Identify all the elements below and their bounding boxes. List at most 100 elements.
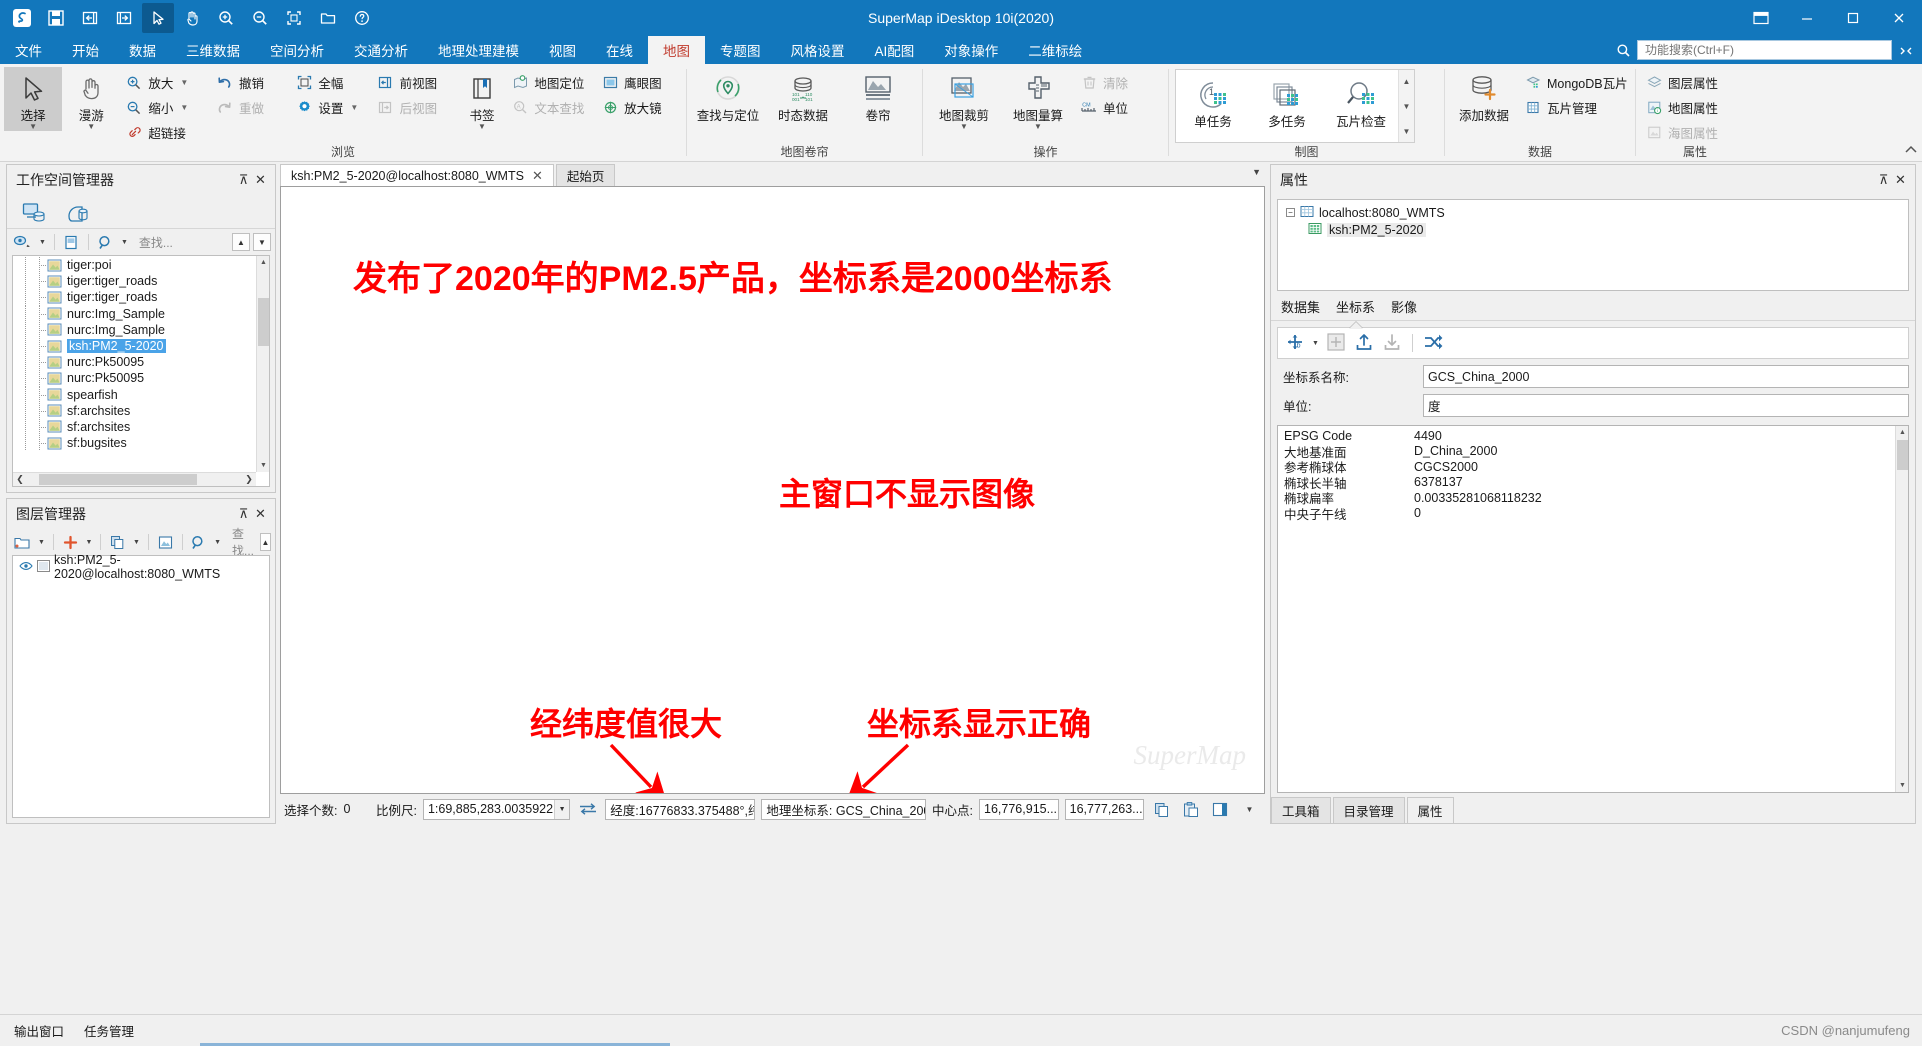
chevron-down-icon[interactable]: ▼ (37, 231, 48, 253)
gallery-scroll-down-icon[interactable]: ▼ (1399, 95, 1414, 117)
workspace-tree-item[interactable]: tiger:tiger_roads (13, 273, 257, 290)
ribbon-magnifier-button[interactable]: 放大镜 (596, 95, 682, 120)
ribbon-single-task-button[interactable]: 1 单任务 (1176, 73, 1250, 142)
properties-tab-dataset[interactable]: 数据集 (1281, 297, 1320, 322)
ribbon-undo-button[interactable]: 撤销 (211, 70, 289, 95)
select-arrow-icon[interactable] (142, 3, 174, 33)
ribbon-tile-manage-button[interactable]: 瓦片管理 (1519, 95, 1631, 120)
workspace-tree-item[interactable]: sf:bugsites (13, 435, 257, 452)
ribbon-mongodb-tile-button[interactable]: MongoDB瓦片 (1519, 70, 1631, 95)
scroll-left-icon[interactable]: ❮ (13, 473, 27, 487)
search-input[interactable] (1643, 42, 1886, 58)
import-down-icon[interactable] (1381, 331, 1403, 356)
tab-traffic-analysis[interactable]: 交通分析 (339, 36, 423, 64)
ribbon-map-prop-button[interactable]: i 地图属性 (1640, 95, 1750, 120)
ribbon-hyperlink-button[interactable]: 超链接 (120, 120, 210, 145)
center-x-field[interactable]: 16,776,915... (979, 798, 1059, 820)
ribbon-tile-inspect-button[interactable]: 瓦片检查 (1324, 73, 1398, 142)
properties-tree[interactable]: − localhost:8080_WMTS ksh:PM2_5-2020 (1277, 199, 1909, 291)
collapse-toggle-icon[interactable]: − (1286, 208, 1295, 217)
ribbon-prev-view-button[interactable]: 前视图 (372, 70, 458, 95)
crs-unit-value[interactable]: 度 (1423, 394, 1909, 417)
ribbon-redo-button[interactable]: 重做 (211, 95, 289, 120)
chevron-down-icon[interactable]: ▼ (554, 799, 570, 819)
document-tab-start-page[interactable]: 起始页 (555, 164, 616, 186)
workspace-tree-item[interactable]: sf:archsites (13, 402, 257, 419)
tab-ai-mapping[interactable]: AI配图 (860, 36, 930, 64)
close-icon[interactable]: ✕ (252, 504, 269, 524)
pin-icon[interactable]: ⊼ (235, 170, 252, 190)
tab-geoprocessing[interactable]: 地理处理建模 (423, 36, 534, 64)
projection-icon[interactable]: b (1284, 331, 1306, 356)
crs-name-value[interactable]: GCS_China_2000 (1423, 365, 1909, 388)
pin-icon[interactable]: ⊼ (1875, 170, 1892, 190)
ribbon-zoom-out-button[interactable]: 缩小 ▼ (120, 95, 210, 120)
pin-icon[interactable]: ⊼ (235, 504, 252, 524)
chevron-down-icon[interactable]: ▼ (1312, 340, 1319, 347)
expand-window-icon[interactable] (1898, 43, 1914, 57)
workspace-tree-hscrollbar[interactable]: ❮ ❯ (13, 472, 256, 486)
tab-online[interactable]: 在线 (591, 36, 648, 64)
close-icon[interactable]: ✕ (1892, 170, 1909, 190)
tab-2d-plotting[interactable]: 二维标绘 (1013, 36, 1097, 64)
chevron-down-icon[interactable]: ▼ (36, 531, 47, 553)
help-icon[interactable] (346, 3, 378, 33)
ribbon-map-measure-button[interactable]: 地图量算 ▼ (1001, 67, 1075, 131)
open-folder-icon[interactable] (312, 3, 344, 33)
ribbon-text-find-button[interactable]: A 文本查找 (506, 95, 596, 120)
new-map-icon[interactable] (11, 531, 33, 553)
search-box[interactable] (1637, 40, 1892, 60)
ribbon-chart-prop-button[interactable]: 海图属性 (1640, 120, 1750, 145)
scroll-up-button[interactable]: ▲ (232, 233, 250, 251)
close-button[interactable] (1876, 0, 1922, 36)
ribbon-layer-prop-button[interactable]: 图层属性 (1640, 70, 1750, 95)
chevron-down-icon[interactable]: ▼ (119, 231, 130, 253)
save-icon[interactable] (40, 3, 72, 33)
gallery-scrollbar[interactable]: ▲ ▼ ▼ (1398, 70, 1414, 142)
chevron-down-icon[interactable]: ▼ (180, 78, 188, 87)
tab-3d-data[interactable]: 三维数据 (171, 36, 255, 64)
ribbon-select-button[interactable]: 选择 ▼ (4, 67, 63, 131)
ribbon-full-extent-button[interactable]: 全幅 (290, 70, 370, 95)
workspace-tree-item[interactable]: sf:archsites (13, 418, 257, 436)
properties-tree-root[interactable]: − localhost:8080_WMTS (1282, 204, 1908, 221)
tab-data[interactable]: 数据 (114, 36, 171, 64)
ribbon-map-locate-button[interactable]: 地图定位 (506, 70, 596, 95)
workspace-tree[interactable]: tiger:poi tiger:tiger_roads tiger:tiger_ro… (12, 255, 270, 487)
chevron-down-icon[interactable]: ▼ (180, 103, 188, 112)
layout-icon[interactable] (1209, 798, 1232, 820)
tab-map[interactable]: 地图 (648, 36, 705, 64)
logo-icon[interactable] (6, 3, 38, 33)
ribbon-collapse-icon[interactable] (1904, 144, 1918, 159)
full-extent-icon[interactable] (278, 3, 310, 33)
browse-icon[interactable] (11, 231, 34, 253)
tab-start[interactable]: 开始 (57, 36, 114, 64)
tab-file[interactable]: 文件 (0, 36, 57, 64)
workspace-tab-icon[interactable] (17, 198, 51, 228)
tab-object-operations[interactable]: 对象操作 (929, 36, 1013, 64)
tab-spatial-analysis[interactable]: 空间分析 (255, 36, 339, 64)
undo-arrow-icon[interactable] (74, 3, 106, 33)
center-y-field[interactable]: 16,777,263... (1064, 798, 1145, 820)
tab-style-settings[interactable]: 风格设置 (776, 36, 860, 64)
document-tab-dropdown-icon[interactable]: ▼ (1252, 167, 1261, 177)
ribbon-swipe-button[interactable]: 卷帘 (841, 67, 915, 124)
ribbon-display-options-icon[interactable] (1738, 0, 1784, 36)
search-icon[interactable] (188, 531, 209, 553)
chevron-down-icon[interactable]: ▼ (131, 531, 142, 553)
maximize-button[interactable] (1830, 0, 1876, 36)
gallery-scroll-up-icon[interactable]: ▲ (1399, 70, 1414, 92)
bottom-tab-catalog[interactable]: 目录管理 (1332, 797, 1405, 823)
properties-tab-coordinate-system[interactable]: 坐标系 (1336, 297, 1375, 322)
minimize-button[interactable] (1784, 0, 1830, 36)
zoom-in-icon[interactable] (210, 3, 242, 33)
ribbon-find-locate-button[interactable]: 查找与定位 (691, 67, 765, 124)
ribbon-pan-button[interactable]: 漫游 ▼ (62, 67, 120, 131)
swap-arrows-icon[interactable] (576, 798, 599, 820)
ribbon-unit-button[interactable]: CM 单位 (1075, 95, 1155, 120)
scroll-up-icon[interactable]: ▲ (1896, 426, 1908, 439)
ribbon-settings-button[interactable]: 设置 ▼ (290, 95, 370, 120)
close-icon[interactable]: ✕ (532, 168, 543, 184)
scroll-down-icon[interactable]: ▼ (257, 459, 269, 472)
scroll-right-icon[interactable]: ❯ (242, 473, 256, 487)
